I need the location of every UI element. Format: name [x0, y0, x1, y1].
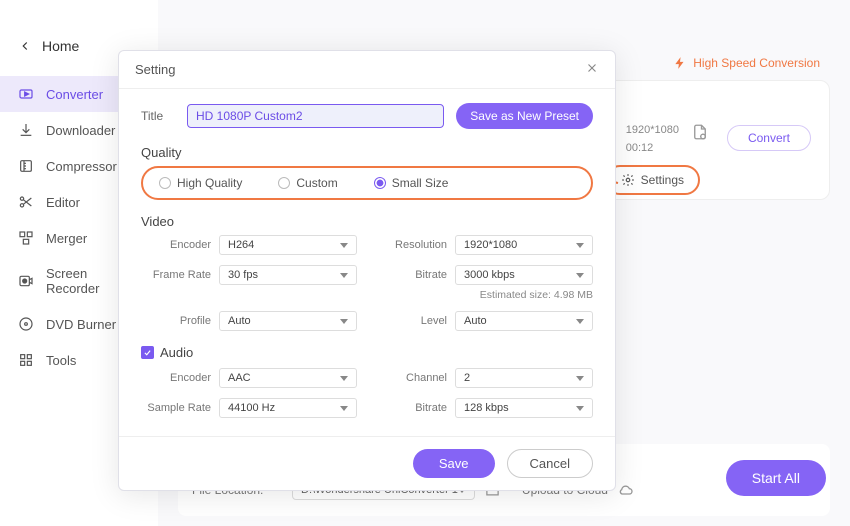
video-framerate-select[interactable]: 30 fps: [219, 265, 357, 285]
save-button[interactable]: Save: [413, 449, 495, 478]
profile-label: Profile: [141, 315, 211, 327]
cloud-icon[interactable]: [618, 482, 634, 498]
high-speed-label: High Speed Conversion: [693, 56, 820, 70]
scissors-icon: [18, 194, 34, 210]
lightning-icon: [673, 56, 687, 70]
sidebar-item-label: Downloader: [46, 123, 115, 138]
compress-icon: [18, 158, 34, 174]
audio-section-title: Audio: [160, 345, 193, 360]
disc-icon: [18, 316, 34, 332]
settings-modal: Setting Title Save as New Preset Quality…: [118, 50, 616, 491]
video-resolution-select[interactable]: 1920*1080: [455, 235, 593, 255]
media-duration: 00:12: [626, 139, 679, 157]
home-label: Home: [42, 38, 79, 54]
framerate-label: Frame Rate: [141, 269, 211, 281]
convert-button[interactable]: Convert: [727, 125, 811, 151]
settings-button-label: Settings: [641, 173, 684, 187]
converter-icon: [18, 86, 34, 102]
level-label: Level: [377, 315, 447, 327]
quality-small-radio[interactable]: Small Size: [374, 176, 449, 190]
video-profile-select[interactable]: Auto: [219, 311, 357, 331]
check-icon: [143, 348, 152, 357]
media-resolution: 1920*1080: [626, 121, 679, 139]
video-encoder-select[interactable]: H264: [219, 235, 357, 255]
chevron-left-icon: [18, 39, 32, 53]
merge-icon: [18, 230, 34, 246]
title-input[interactable]: [187, 104, 444, 128]
encoder-label: Encoder: [141, 239, 211, 251]
cancel-button[interactable]: Cancel: [507, 449, 593, 478]
video-section-title: Video: [141, 214, 593, 229]
start-all-button[interactable]: Start All: [726, 460, 826, 496]
audio-checkbox[interactable]: [141, 346, 154, 359]
video-bitrate-label: Bitrate: [377, 269, 447, 281]
file-settings-icon[interactable]: [691, 123, 709, 146]
samplerate-label: Sample Rate: [141, 402, 211, 414]
media-info: 1920*1080 00:12: [626, 121, 679, 157]
quality-custom-radio[interactable]: Custom: [278, 176, 337, 190]
modal-close-button[interactable]: [585, 61, 599, 78]
sidebar-item-label: Converter: [46, 87, 103, 102]
settings-button[interactable]: Settings: [605, 165, 700, 195]
record-icon: [18, 273, 34, 289]
audio-encoder-select[interactable]: AAC: [219, 368, 357, 388]
download-icon: [18, 122, 34, 138]
sidebar-item-label: Compressor: [46, 159, 117, 174]
title-label: Title: [141, 109, 175, 123]
audio-bitrate-select[interactable]: 128 kbps: [455, 398, 593, 418]
audio-channel-select[interactable]: 2: [455, 368, 593, 388]
gear-icon: [621, 173, 635, 187]
high-speed-badge: High Speed Conversion: [673, 56, 820, 70]
audio-encoder-label: Encoder: [141, 372, 211, 384]
sidebar-item-label: Tools: [46, 353, 76, 368]
video-level-select[interactable]: Auto: [455, 311, 593, 331]
sidebar-item-label: Editor: [46, 195, 80, 210]
quality-section-title: Quality: [141, 145, 593, 160]
close-icon: [585, 61, 599, 75]
video-bitrate-select[interactable]: 3000 kbps: [455, 265, 593, 285]
estimated-size: Estimated size: 4.98 MB: [377, 289, 593, 301]
sidebar-item-label: DVD Burner: [46, 317, 116, 332]
sidebar-item-label: Merger: [46, 231, 87, 246]
quality-high-radio[interactable]: High Quality: [159, 176, 242, 190]
resolution-label: Resolution: [377, 239, 447, 251]
audio-samplerate-select[interactable]: 44100 Hz: [219, 398, 357, 418]
save-preset-button[interactable]: Save as New Preset: [456, 103, 593, 129]
modal-title: Setting: [135, 62, 175, 77]
grid-icon: [18, 352, 34, 368]
channel-label: Channel: [377, 372, 447, 384]
quality-radio-group: High Quality Custom Small Size: [141, 166, 593, 200]
audio-bitrate-label: Bitrate: [377, 402, 447, 414]
